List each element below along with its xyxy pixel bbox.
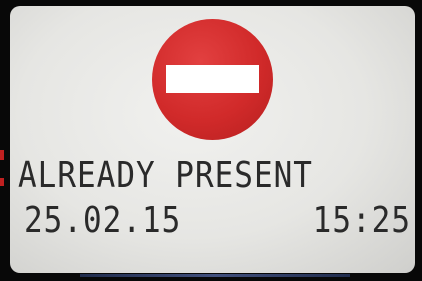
status-message: ALREADY PRESENT bbox=[18, 154, 313, 197]
date-readout: 25.02.15 bbox=[24, 199, 182, 242]
edge-indicator bbox=[0, 150, 4, 160]
no-entry-icon bbox=[152, 19, 273, 140]
terminal-bezel: ALREADY PRESENT 25.02.15 15:25 bbox=[0, 0, 422, 281]
edge-indicator bbox=[0, 178, 4, 186]
time-readout: 15:25 bbox=[312, 199, 411, 242]
terminal-screen: ALREADY PRESENT 25.02.15 15:25 bbox=[10, 6, 415, 273]
screen-reflection bbox=[80, 274, 350, 277]
no-entry-bar bbox=[166, 65, 259, 93]
